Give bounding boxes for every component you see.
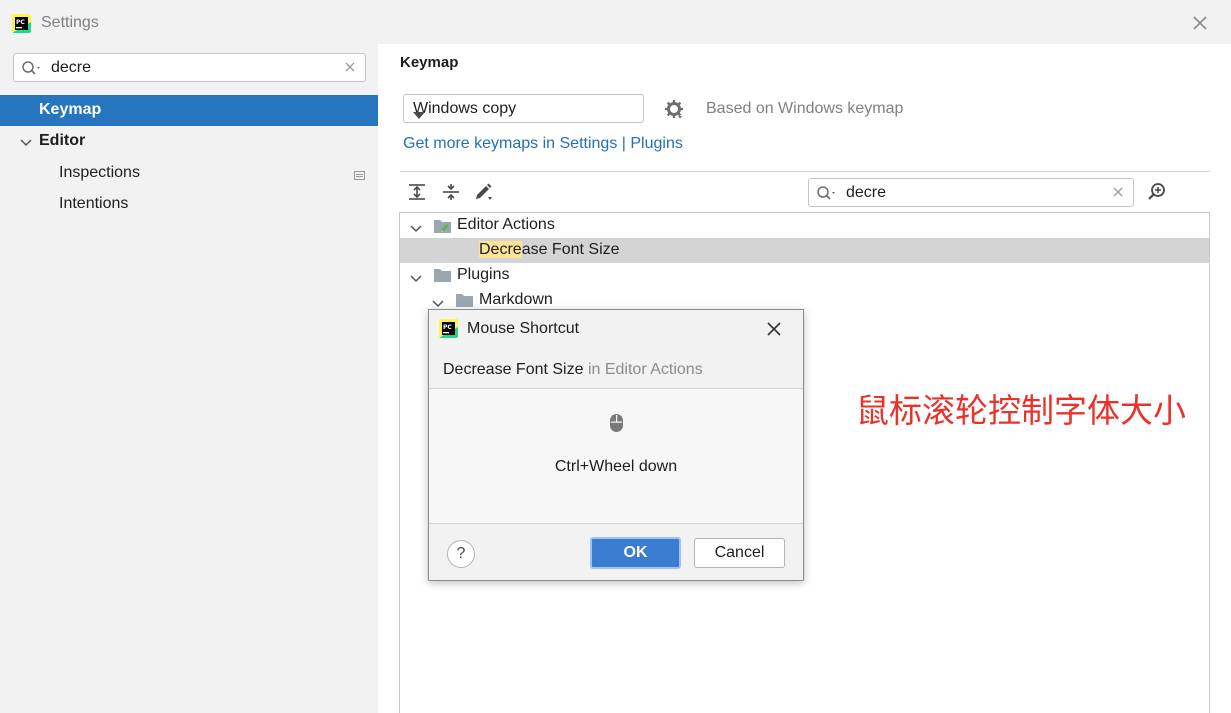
mouse-icon xyxy=(609,413,624,437)
dialog-title: Mouse Shortcut xyxy=(467,320,580,337)
close-window-icon[interactable] xyxy=(1190,13,1210,33)
project-settings-icon xyxy=(354,167,365,184)
tree-label: Editor Actions xyxy=(457,216,555,233)
divider xyxy=(400,171,1210,172)
find-by-shortcut-icon[interactable] xyxy=(1147,182,1169,206)
sidebar-item-label: Intentions xyxy=(59,195,129,212)
sidebar-item-label: Editor xyxy=(39,132,86,149)
sidebar-item-label: Keymap xyxy=(39,101,102,118)
dialog-action-description: Decrease Font Size in Editor Actions xyxy=(443,361,703,379)
settings-search-field[interactable]: decre xyxy=(13,53,366,82)
chevron-down-icon[interactable] xyxy=(410,221,422,238)
editor-actions-icon xyxy=(433,217,452,238)
sidebar-item-keymap[interactable]: Keymap xyxy=(0,95,378,126)
sidebar-item-inspections[interactable]: Inspections xyxy=(0,159,378,187)
divider xyxy=(429,523,803,524)
close-dialog-icon[interactable] xyxy=(766,321,782,341)
ok-button[interactable]: OK xyxy=(590,537,681,569)
keymap-search-field[interactable]: decre xyxy=(808,178,1134,207)
page-title: Keymap xyxy=(400,54,459,71)
tree-row-plugins[interactable]: Plugins xyxy=(400,263,1209,288)
keymap-search-input[interactable]: decre xyxy=(846,184,886,202)
chevron-down-icon[interactable] xyxy=(410,271,422,288)
title-bar xyxy=(0,0,1231,44)
svg-text:PC: PC xyxy=(16,19,25,26)
get-more-keymaps-link[interactable]: Get more keymaps in Settings | Plugins xyxy=(403,135,683,153)
tree-label-rest: ase Font Size xyxy=(521,241,620,258)
pycharm-app-icon: PC xyxy=(439,319,458,342)
mouse-shortcut-dialog: PC Mouse Shortcut Decrease Font Size in … xyxy=(428,309,804,581)
help-button[interactable]: ? xyxy=(447,540,475,568)
search-icon xyxy=(816,185,838,205)
action-name: Decrease Font Size xyxy=(443,361,584,378)
window-title: Settings xyxy=(41,14,99,31)
clear-search-icon[interactable] xyxy=(1111,185,1125,203)
cancel-button[interactable]: Cancel xyxy=(694,538,785,568)
tree-label: Markdown xyxy=(479,291,553,308)
sidebar-item-label: Inspections xyxy=(59,164,140,181)
shortcut-capture-area[interactable] xyxy=(429,389,803,523)
sidebar-item-editor[interactable]: Editor xyxy=(0,127,378,155)
tree-row-editor-actions[interactable]: Editor Actions xyxy=(400,213,1209,238)
folder-icon xyxy=(433,267,452,287)
tree-label-decrease-font-size: Decrease Font Size xyxy=(479,241,620,259)
gear-icon[interactable] xyxy=(664,99,684,123)
tree-label: Plugins xyxy=(457,266,510,283)
collapse-all-icon[interactable] xyxy=(442,183,460,205)
search-match-highlight: Decre xyxy=(479,241,522,258)
annotation-text: 鼠标滚轮控制字体大小 xyxy=(856,392,1186,429)
sidebar-item-intentions[interactable]: Intentions xyxy=(0,190,378,218)
chevron-down-icon[interactable] xyxy=(20,135,32,152)
keymap-dropdown[interactable]: Windows copy xyxy=(403,94,644,123)
captured-shortcut: Ctrl+Wheel down xyxy=(554,458,678,475)
svg-text:PC: PC xyxy=(443,324,452,331)
tree-row-decrease-font-size[interactable]: Decrease Font Size xyxy=(400,238,1209,263)
settings-search-input[interactable]: decre xyxy=(51,59,91,77)
dropdown-arrow-icon xyxy=(413,106,636,124)
pycharm-app-icon: PC xyxy=(12,14,31,33)
action-context: in Editor Actions xyxy=(583,361,703,378)
clear-search-icon[interactable] xyxy=(343,60,357,78)
edit-shortcut-icon[interactable] xyxy=(473,182,493,206)
search-icon xyxy=(21,60,43,80)
based-on-text: Based on Windows keymap xyxy=(706,100,904,117)
expand-all-icon[interactable] xyxy=(408,183,426,205)
